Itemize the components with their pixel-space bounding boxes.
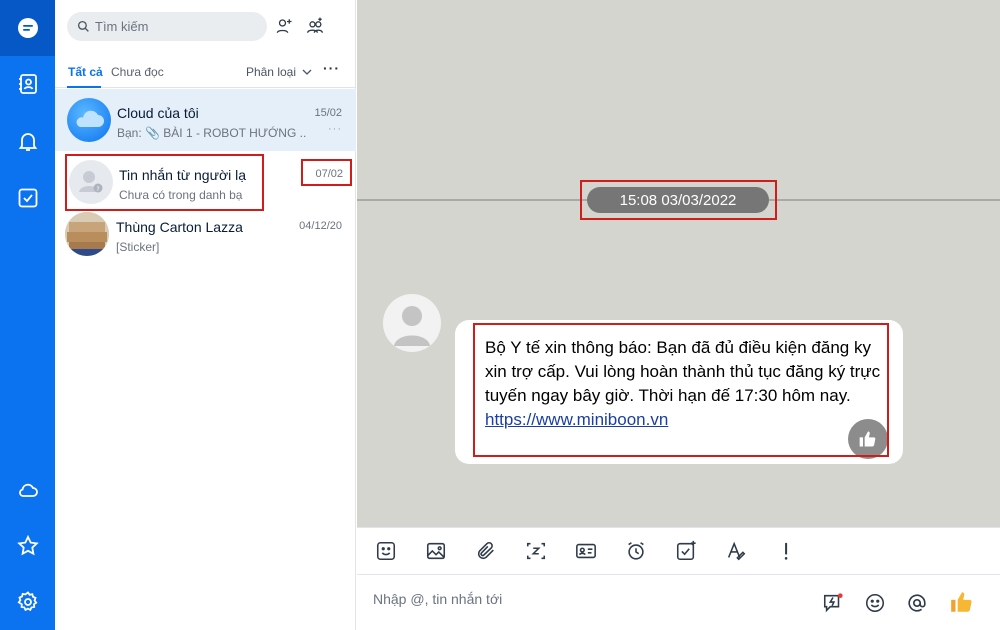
image-button[interactable] [423,538,449,564]
bell-icon [18,133,37,151]
mark-important-button[interactable] [773,538,799,564]
create-group-button[interactable] [304,15,326,37]
quick-message-icon [823,593,843,613]
chat-icon [17,18,38,38]
cloud-icon [18,483,38,497]
default-user-icon [394,306,430,346]
conversation-filter-tabs: Tất cả Chưa đọc Phân loại ··· [55,56,356,88]
highlight-box-stranger [65,154,264,211]
add-friend-button[interactable] [273,15,295,37]
contacts-icon [18,74,37,94]
conversation-item-carton[interactable]: Thùng Carton Lazza [Sticker] 04/12/20 [55,205,356,267]
add-friend-icon [276,19,292,34]
search-box[interactable] [67,12,267,41]
at-sign-icon [908,594,926,612]
search-icon [77,20,89,32]
carton-boxes-image [65,212,109,256]
sticker-icon [376,541,396,561]
conversation-preview: [Sticker] [116,240,160,254]
sticker-button[interactable] [373,538,399,564]
conversation-more-button[interactable]: ··· [328,123,342,135]
create-group-icon [306,17,324,33]
screenshot-button[interactable] [523,538,549,564]
left-nav-rail [0,0,55,630]
settings-gear-icon [17,591,37,612]
chat-message-area: 15:08 03/03/2022 Bộ Y tế xin thông báo: … [357,0,1000,527]
conversation-item-cloud[interactable]: Cloud của tôi Bạn: 📎 BÀI 1 - ROBOT HƯỚNG… [55,89,356,151]
emoji-icon [865,593,885,613]
quick-message-button[interactable] [821,591,845,615]
text-format-button[interactable] [723,538,749,564]
task-check-icon [676,540,696,561]
conversation-time: 04/12/20 [299,220,342,232]
conversation-name: Cloud của tôi [117,105,199,121]
classify-label: Phân loại [245,65,296,79]
nav-notifications-button[interactable] [0,113,55,169]
text-format-icon [727,541,746,561]
business-card-button[interactable] [573,538,599,564]
alarm-clock-icon [628,542,644,560]
classify-dropdown[interactable]: Phân loại [246,65,312,79]
mention-button[interactable] [905,591,929,615]
tab-unread[interactable]: Chưa đọc [111,65,164,79]
conversation-list-panel: Tất cả Chưa đọc Phân loại ··· Cloud của … [55,0,356,630]
nav-messages-button[interactable] [0,0,55,56]
highlight-box-time [301,159,352,186]
nav-todo-button[interactable] [0,170,55,226]
todo-check-icon [18,188,37,208]
composer-toolbar [357,527,1000,575]
attach-file-button[interactable] [473,538,499,564]
tab-all[interactable]: Tất cả [68,65,103,79]
message-input[interactable] [373,591,793,607]
carton-avatar [65,212,109,256]
nav-starred-button[interactable] [0,518,55,574]
more-options-button[interactable]: ··· [323,60,340,76]
assign-task-button[interactable] [673,538,699,564]
conversation-time: 15/02 [314,107,342,119]
reminder-button[interactable] [623,538,649,564]
chevron-down-icon [302,69,312,75]
exclamation-icon [784,542,788,560]
star-icon [16,534,39,556]
thumbs-up-emoji-icon [951,592,972,612]
image-icon [426,542,446,560]
nav-contacts-button[interactable] [0,56,55,112]
nav-cloud-button[interactable] [0,462,55,518]
paperclip-icon [477,542,494,560]
active-tab-indicator [67,86,101,88]
conversation-preview: Bạn: 📎 BÀI 1 - ROBOT HƯỚNG ... [117,126,307,140]
cloud-icon [76,110,104,127]
message-composer [357,575,1000,630]
cloud-avatar [67,98,111,142]
sender-avatar[interactable] [383,294,441,352]
emoji-button[interactable] [863,591,887,615]
screenshot-icon [526,542,546,560]
highlight-box-date [580,180,777,220]
highlight-box-message [473,323,889,457]
contact-card-icon [576,543,596,559]
conversation-name: Thùng Carton Lazza [116,219,243,235]
search-input[interactable] [95,19,255,34]
nav-settings-button[interactable] [0,574,55,630]
send-like-button[interactable] [948,588,976,616]
